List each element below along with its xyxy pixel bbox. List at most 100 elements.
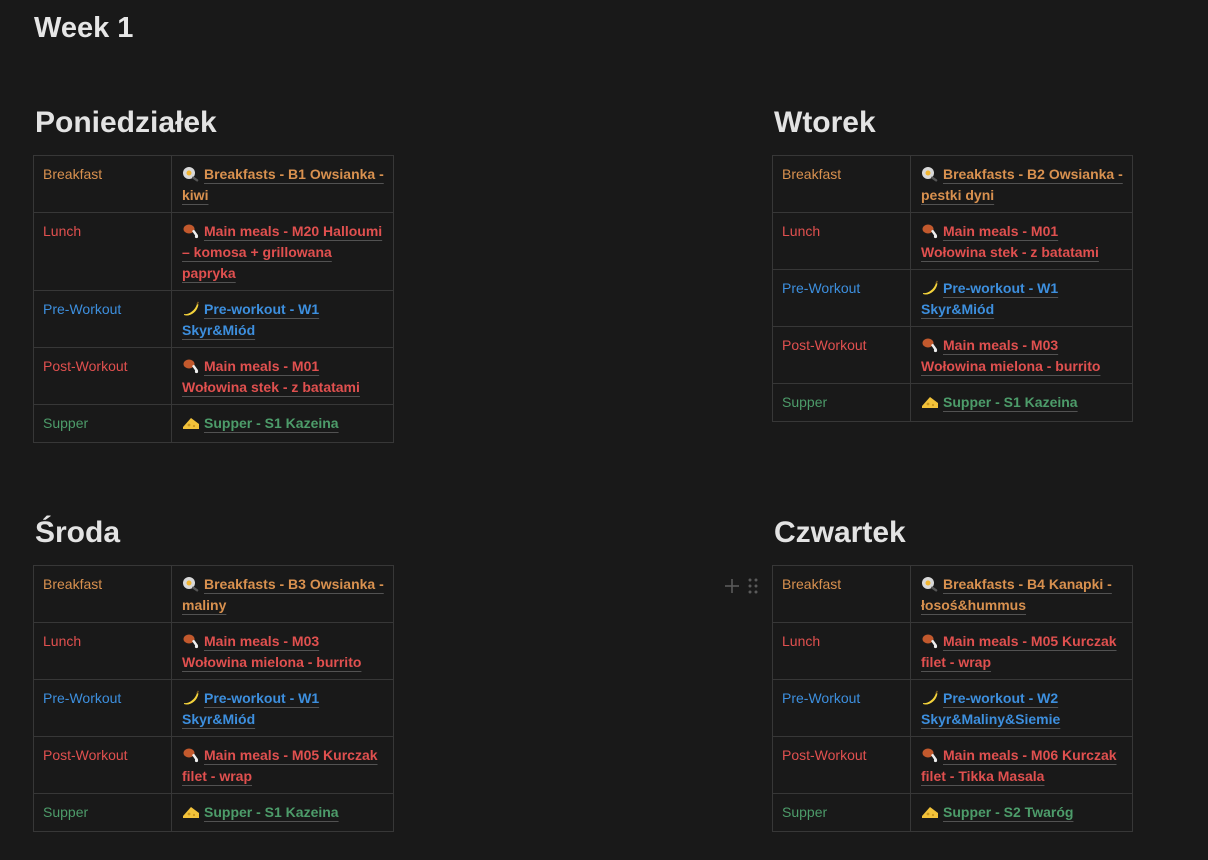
meal-label: Breakfast — [772, 155, 911, 213]
banana-icon — [923, 690, 939, 705]
meal-link-post-workout[interactable]: Main meals - M03 Wołowina mielona - burr… — [921, 337, 1100, 374]
meal-link-supper[interactable]: Supper - S1 Kazeina — [182, 804, 339, 820]
meal-row-pre-workout: Pre-Workout Pre-workout - W1 Skyr&Miód — [772, 269, 1133, 327]
meal-link-text: Supper - S2 Twaróg — [943, 804, 1074, 820]
meal-link-text: Main meals - M05 Kurczak filet - wrap — [182, 747, 378, 784]
meal-label: Lunch — [772, 622, 911, 680]
meal-link-lunch[interactable]: Main meals - M05 Kurczak filet - wrap — [921, 633, 1117, 670]
day-block-sroda: Środa Breakfast Breakfasts - B3 Owsianka… — [33, 515, 395, 832]
meal-cell: Breakfasts - B3 Owsianka - maliny — [171, 565, 394, 623]
meal-label: Supper — [772, 383, 911, 422]
meal-link-supper[interactable]: Supper - S1 Kazeina — [182, 415, 339, 431]
meal-cell: Pre-workout - W1 Skyr&Miód — [910, 269, 1133, 327]
meal-link-text: Main meals - M05 Kurczak filet - wrap — [921, 633, 1117, 670]
meal-table: Breakfast Breakfasts - B2 Owsianka - pes… — [772, 155, 1133, 422]
meal-link-pre-workout[interactable]: Pre-workout - W1 Skyr&Miód — [182, 690, 319, 727]
banana-icon — [184, 690, 200, 705]
meal-row-supper: Supper Supper - S1 Kazeina — [33, 793, 394, 832]
meal-table: Breakfast Breakfasts - B3 Owsianka - mal… — [33, 565, 394, 832]
drag-handle-icon[interactable] — [748, 578, 758, 594]
meal-link-text: Main meals - M01 Wołowina stek - z batat… — [921, 223, 1099, 260]
cheese-icon — [922, 807, 938, 818]
meal-cell: Main meals - M03 Wołowina mielona - burr… — [910, 326, 1133, 384]
meal-label: Breakfast — [33, 565, 172, 623]
egg-pan-icon — [922, 577, 938, 592]
add-block-icon[interactable] — [725, 579, 739, 593]
meal-label: Pre-Workout — [772, 269, 911, 327]
meal-label: Supper — [33, 793, 172, 832]
meal-row-pre-workout: Pre-Workout Pre-workout - W2 Skyr&Maliny… — [772, 679, 1133, 737]
meal-link-pre-workout[interactable]: Pre-workout - W1 Skyr&Miód — [182, 301, 319, 338]
meal-label: Lunch — [33, 622, 172, 680]
banana-icon — [923, 280, 939, 295]
cheese-icon — [922, 397, 938, 408]
egg-pan-icon — [183, 167, 199, 182]
meal-cell: Breakfasts - B2 Owsianka - pestki dyni — [910, 155, 1133, 213]
meal-link-supper[interactable]: Supper - S2 Twaróg — [921, 804, 1073, 820]
meat-drumstick-icon — [183, 748, 199, 763]
meal-link-breakfast[interactable]: Breakfasts - B1 Owsianka - kiwi — [182, 166, 384, 203]
meal-cell: Breakfasts - B4 Kanapki - łosoś&hummus — [910, 565, 1133, 623]
day-block-czwartek: Czwartek Breakfast Breakfasts - B4 Kanap… — [772, 515, 1134, 832]
meal-link-text: Main meals - M01 Wołowina stek - z batat… — [182, 358, 360, 395]
meal-cell: Breakfasts - B1 Owsianka - kiwi — [171, 155, 394, 213]
meat-drumstick-icon — [922, 338, 938, 353]
meal-row-lunch: Lunch Main meals - M05 Kurczak filet - w… — [772, 622, 1133, 680]
meal-link-text: Pre-workout - W1 Skyr&Miód — [182, 690, 320, 727]
meal-link-post-workout[interactable]: Main meals - M01 Wołowina stek - z batat… — [182, 358, 360, 395]
meal-label: Breakfast — [772, 565, 911, 623]
meal-label: Post-Workout — [772, 736, 911, 794]
meal-row-post-workout: Post-Workout Main meals - M01 Wołowina s… — [33, 347, 394, 405]
meal-link-post-workout[interactable]: Main meals - M05 Kurczak filet - wrap — [182, 747, 378, 784]
meal-row-breakfast: Breakfast Breakfasts - B2 Owsianka - pes… — [772, 155, 1133, 213]
day-heading: Środa — [35, 516, 121, 549]
meal-link-pre-workout[interactable]: Pre-workout - W1 Skyr&Miód — [921, 280, 1058, 317]
meal-link-supper[interactable]: Supper - S1 Kazeina — [921, 394, 1078, 410]
meat-drumstick-icon — [183, 224, 199, 239]
cheese-icon — [183, 418, 199, 429]
meat-drumstick-icon — [922, 224, 938, 239]
day-heading: Czwartek — [774, 516, 906, 549]
meal-link-breakfast[interactable]: Breakfasts - B2 Owsianka - pestki dyni — [921, 166, 1123, 203]
meal-row-breakfast: Breakfast Breakfasts - B4 Kanapki - łoso… — [772, 565, 1133, 623]
meal-link-text: Main meals - M03 Wołowina mielona - burr… — [921, 337, 1101, 374]
meal-row-lunch: Lunch Main meals - M20 Halloumi – komosa… — [33, 212, 394, 291]
meal-link-lunch[interactable]: Main meals - M01 Wołowina stek - z batat… — [921, 223, 1099, 260]
meal-link-text: Supper - S1 Kazeina — [204, 415, 339, 431]
meal-link-text: Supper - S1 Kazeina — [943, 394, 1078, 410]
meal-link-text: Breakfasts - B4 Kanapki - łosoś&hummus — [921, 576, 1112, 613]
meal-link-text: Supper - S1 Kazeina — [204, 804, 339, 820]
meal-link-text: Pre-workout - W2 Skyr&Maliny&Siemie — [921, 690, 1061, 727]
meal-label: Post-Workout — [772, 326, 911, 384]
meal-cell: Main meals - M01 Wołowina stek - z batat… — [910, 212, 1133, 270]
meat-drumstick-icon — [183, 359, 199, 374]
meal-link-pre-workout[interactable]: Pre-workout - W2 Skyr&Maliny&Siemie — [921, 690, 1060, 727]
meal-label: Pre-Workout — [33, 290, 172, 348]
meal-row-post-workout: Post-Workout Main meals - M03 Wołowina m… — [772, 326, 1133, 384]
meal-link-post-workout[interactable]: Main meals - M06 Kurczak filet - Tikka M… — [921, 747, 1117, 784]
meal-row-post-workout: Post-Workout Main meals - M06 Kurczak fi… — [772, 736, 1133, 794]
day-heading: Wtorek — [774, 106, 876, 139]
meal-link-lunch[interactable]: Main meals - M03 Wołowina mielona - burr… — [182, 633, 361, 670]
meal-link-lunch[interactable]: Main meals - M20 Halloumi – komosa + gri… — [182, 223, 382, 281]
block-handle — [722, 575, 762, 597]
meal-cell: Pre-workout - W1 Skyr&Miód — [171, 290, 394, 348]
meal-cell: Main meals - M06 Kurczak filet - Tikka M… — [910, 736, 1133, 794]
meal-label: Lunch — [772, 212, 911, 270]
meal-cell: Main meals - M05 Kurczak filet - wrap — [171, 736, 394, 794]
cheese-icon — [183, 807, 199, 818]
meal-label: Breakfast — [33, 155, 172, 213]
meal-cell: Supper - S2 Twaróg — [910, 793, 1133, 832]
meal-cell: Main meals - M03 Wołowina mielona - burr… — [171, 622, 394, 680]
day-block-wtorek: Wtorek Breakfast Breakfasts - B2 Owsiank… — [772, 105, 1134, 422]
day-block-poniedzialek: Poniedziałek Breakfast Breakfasts - B1 O… — [33, 105, 395, 443]
meal-link-breakfast[interactable]: Breakfasts - B3 Owsianka - maliny — [182, 576, 384, 613]
meal-row-supper: Supper Supper - S1 Kazeina — [33, 404, 394, 443]
meat-drumstick-icon — [183, 634, 199, 649]
meal-link-text: Main meals - M03 Wołowina mielona - burr… — [182, 633, 362, 670]
meal-cell: Main meals - M20 Halloumi – komosa + gri… — [171, 212, 394, 291]
meal-table: Breakfast Breakfasts - B1 Owsianka - kiw… — [33, 155, 394, 443]
meal-link-text: Breakfasts - B3 Owsianka - maliny — [182, 576, 384, 613]
meat-drumstick-icon — [922, 634, 938, 649]
meal-link-breakfast[interactable]: Breakfasts - B4 Kanapki - łosoś&hummus — [921, 576, 1112, 613]
